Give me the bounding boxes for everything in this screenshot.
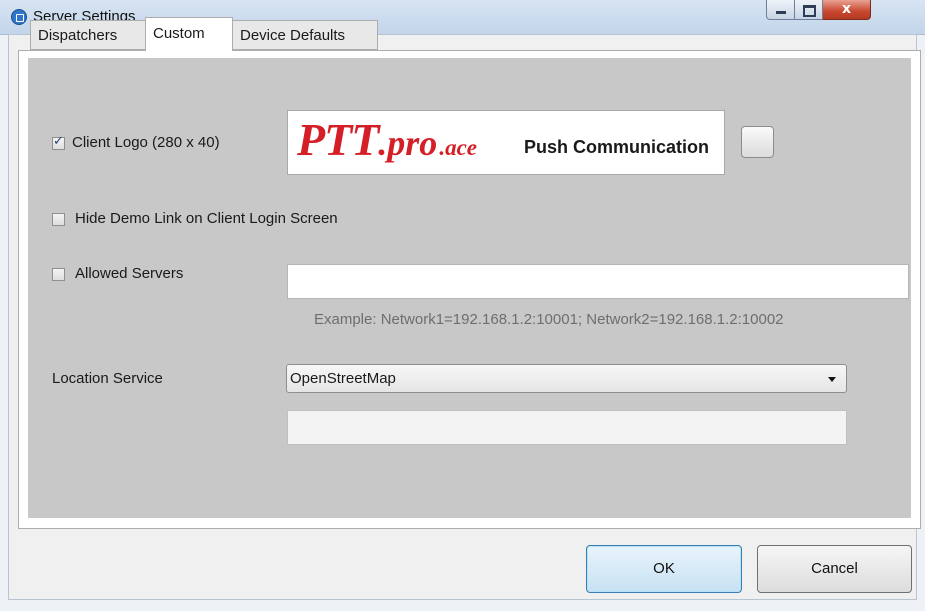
location-service-extra-input (287, 410, 847, 445)
allowed-servers-checkbox[interactable] (52, 268, 65, 281)
ok-button[interactable]: OK (586, 545, 742, 593)
client-logo-label: Client Logo (280 x 40) (72, 134, 220, 151)
logo-brand-text: PTT.pro.ace (297, 114, 477, 165)
location-service-label: Location Service (52, 370, 163, 387)
allowed-servers-input[interactable] (287, 264, 909, 299)
allowed-servers-label: Allowed Servers (75, 265, 184, 282)
browse-logo-button[interactable] (741, 126, 774, 158)
hide-demo-link-label: Hide Demo Link on Client Login Screen (75, 210, 338, 227)
location-service-dropdown[interactable]: OpenStreetMap (286, 364, 847, 393)
location-service-selected: OpenStreetMap (290, 370, 396, 387)
server-settings-window: Server Settings x Dispatchers Custom Dev… (0, 0, 925, 611)
client-logo-image: PTT.pro.ace Push Communication (287, 110, 725, 175)
logo-tagline: Push Communication (524, 137, 710, 157)
hide-demo-link-checkbox[interactable] (52, 213, 65, 226)
allowed-servers-hint: Example: Network1=192.168.1.2:10001; Net… (314, 311, 784, 328)
cancel-button[interactable]: Cancel (757, 545, 912, 593)
client-logo-checkbox[interactable] (52, 134, 65, 150)
dropdown-arrow-icon (828, 377, 836, 382)
